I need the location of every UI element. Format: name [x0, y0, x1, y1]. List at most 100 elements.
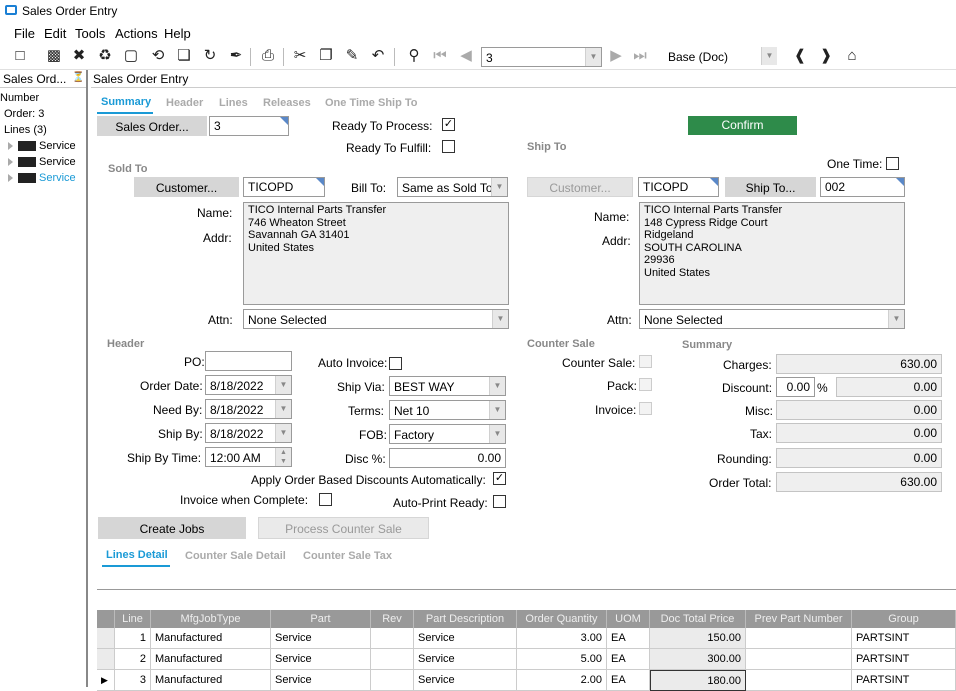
cell-doc-total-price[interactable]: 150.00 — [650, 628, 746, 649]
tree-node-line-3[interactable]: Service — [8, 172, 76, 184]
cell-group[interactable]: PARTSINT — [852, 670, 956, 691]
cell-prev-part-number[interactable] — [746, 628, 852, 649]
cell-group[interactable]: PARTSINT — [852, 628, 956, 649]
cell-mfgjobtype[interactable]: Manufactured — [151, 649, 271, 670]
column-header-order-quantity[interactable]: Order Quantity — [517, 610, 607, 628]
search-icon[interactable]: ⚲ — [404, 46, 424, 66]
row-selector[interactable] — [97, 628, 115, 649]
ship-to-attn-combo[interactable]: None Selected ▼ — [639, 309, 905, 329]
chevron-down-icon[interactable]: ▼ — [275, 400, 291, 418]
ship-by-combo[interactable]: 8/18/2022 ▼ — [205, 423, 292, 443]
cell-line[interactable]: 1 — [115, 628, 151, 649]
menu-help[interactable]: Help — [164, 26, 191, 41]
cell-line[interactable]: 2 — [115, 649, 151, 670]
cell-order-quantity[interactable]: 5.00 — [517, 649, 607, 670]
undo2-icon[interactable]: ↶ — [368, 46, 388, 66]
ship-via-combo[interactable]: BEST WAY ▼ — [389, 376, 506, 396]
process-counter-sale-button[interactable]: Process Counter Sale — [258, 517, 429, 539]
menu-edit[interactable]: Edit — [44, 26, 66, 41]
expand-icon[interactable] — [8, 142, 13, 151]
sales-order-field[interactable]: 3 — [209, 116, 289, 136]
tab-summary[interactable]: Summary — [101, 96, 151, 108]
ship-to-button[interactable]: Ship To... — [725, 177, 816, 197]
paste-icon[interactable]: ✎ — [342, 46, 362, 66]
tab-lines-detail[interactable]: Lines Detail — [106, 549, 168, 561]
column-header-group[interactable]: Group — [852, 610, 956, 628]
clear-icon[interactable]: ✒ — [226, 46, 246, 66]
column-header-part-description[interactable]: Part Description — [414, 610, 517, 628]
tree-node-line-1[interactable]: Service — [8, 140, 76, 152]
first-record-icon[interactable]: ⏮ — [430, 46, 450, 66]
customer-field[interactable]: TICOPD — [243, 177, 325, 197]
cell-uom[interactable]: EA — [607, 649, 650, 670]
tab-counter-sale-tax[interactable]: Counter Sale Tax — [303, 550, 392, 562]
expand-icon[interactable] — [8, 158, 13, 167]
ship-to-customer-button[interactable]: Customer... — [527, 177, 633, 197]
tree-item-order[interactable]: Order: 3 — [4, 108, 44, 120]
discount-pct-field[interactable]: 0.00 — [776, 377, 815, 397]
column-header-prev-part-number[interactable]: Prev Part Number — [746, 610, 852, 628]
expand-icon[interactable] — [8, 174, 13, 183]
column-header-line[interactable]: Line — [115, 610, 151, 628]
menu-actions[interactable]: Actions — [115, 26, 158, 41]
spinner-icon[interactable]: ▲ ▼ — [275, 448, 291, 466]
copy-icon[interactable]: ❏ — [174, 46, 194, 66]
bill-to-combo[interactable]: Same as Sold To ▼ — [397, 177, 508, 197]
prev-record-icon[interactable]: ◀ — [456, 46, 476, 66]
order-date-combo[interactable]: 8/18/2022 ▼ — [205, 375, 292, 395]
copy2-icon[interactable]: ❐ — [316, 46, 336, 66]
menu-file[interactable]: File — [14, 26, 35, 41]
cell-order-quantity[interactable]: 2.00 — [517, 670, 607, 691]
column-header-doc-total-price[interactable]: Doc Total Price — [650, 610, 746, 628]
layer-combo[interactable]: Base (Doc) ▼ — [664, 47, 777, 67]
delete-icon[interactable]: ✖ — [69, 46, 89, 66]
new-icon[interactable]: □ — [10, 46, 30, 66]
cell-rev[interactable] — [371, 649, 414, 670]
customer-button[interactable]: Customer... — [134, 177, 239, 197]
create-jobs-button[interactable]: Create Jobs — [98, 517, 246, 539]
cell-group[interactable]: PARTSINT — [852, 649, 956, 670]
cell-part-description[interactable]: Service — [414, 628, 517, 649]
tree-node-line-2[interactable]: Service — [8, 156, 76, 168]
chevron-down-icon[interactable]: ▼ — [489, 401, 505, 419]
cell-part[interactable]: Service — [271, 670, 371, 691]
cell-line[interactable]: 3 — [115, 670, 151, 691]
cell-prev-part-number[interactable] — [746, 670, 852, 691]
sales-order-button[interactable]: Sales Order... — [97, 116, 207, 136]
cell-rev[interactable] — [371, 670, 414, 691]
chevron-down-icon[interactable]: ▼ — [491, 178, 507, 196]
auto-print-checkbox[interactable] — [493, 495, 506, 508]
refresh-icon[interactable]: ↻ — [200, 46, 220, 66]
save-icon[interactable]: ▩ — [44, 46, 64, 66]
one-time-checkbox[interactable] — [886, 157, 899, 170]
ship-by-time-spinner[interactable]: 12:00 AM ▲ ▼ — [205, 447, 292, 467]
disc-field[interactable]: 0.00 — [389, 448, 506, 468]
cell-mfgjobtype[interactable]: Manufactured — [151, 628, 271, 649]
cell-part[interactable]: Service — [271, 649, 371, 670]
note-icon[interactable]: ▢ — [121, 46, 141, 66]
chevron-down-icon[interactable]: ▼ — [888, 310, 904, 328]
chevron-down-icon[interactable]: ▼ — [275, 424, 291, 442]
print-icon[interactable]: ⎙ — [258, 46, 278, 66]
cell-doc-total-price[interactable]: 180.00 — [650, 670, 746, 691]
confirm-button[interactable]: Confirm — [688, 116, 797, 135]
cell-uom[interactable]: EA — [607, 628, 650, 649]
last-record-icon[interactable]: ⏭ — [630, 46, 650, 66]
menu-tools[interactable]: Tools — [75, 26, 105, 41]
row-selector[interactable] — [97, 649, 115, 670]
cut-icon[interactable]: ✂ — [290, 46, 310, 66]
chevron-down-icon[interactable]: ▼ — [761, 47, 777, 65]
apply-discounts-checkbox[interactable]: ✓ — [493, 472, 506, 485]
undo-icon[interactable]: ⟲ — [148, 46, 168, 66]
current-row-icon[interactable]: ▶ — [97, 670, 115, 691]
cell-uom[interactable]: EA — [607, 670, 650, 691]
tree-item-lines[interactable]: Lines (3) — [4, 124, 47, 136]
column-header-mfgjobtype[interactable]: MfgJobType — [151, 610, 271, 628]
ready-to-process-checkbox[interactable]: ✓ — [442, 118, 455, 131]
chevron-down-icon[interactable]: ▼ — [492, 310, 508, 328]
attach-icon[interactable]: ♻ — [95, 46, 115, 66]
terms-combo[interactable]: Net 10 ▼ — [389, 400, 506, 420]
tree-item-number[interactable]: Number — [0, 92, 39, 104]
pin-icon[interactable]: ⏳ — [72, 72, 84, 83]
cell-part[interactable]: Service — [271, 628, 371, 649]
